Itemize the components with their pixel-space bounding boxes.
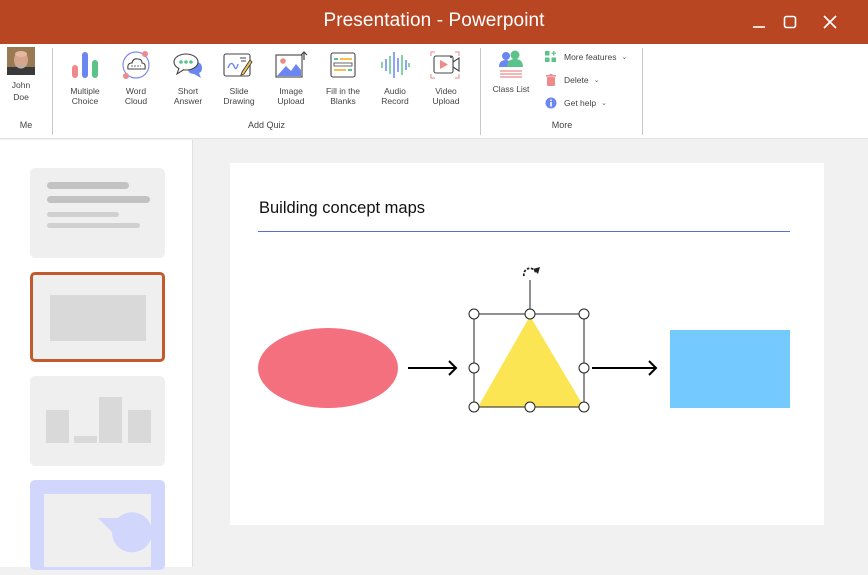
user-first-name: John — [11, 80, 31, 90]
more-features-label: More features — [564, 52, 617, 62]
chevron-down-icon: ⌄ — [593, 77, 600, 84]
more-features-button[interactable]: More features ⌄ — [545, 51, 627, 63]
user-name: John Doe — [0, 79, 42, 103]
button-label: Slide — [229, 86, 249, 96]
image-upload-icon — [275, 51, 308, 78]
arrow-connector[interactable] — [408, 360, 458, 376]
resize-handle-bottom-right[interactable] — [578, 401, 590, 413]
slide-thumbnails-panel — [0, 140, 193, 570]
word-cloud-button[interactable]: Word Cloud — [111, 48, 161, 106]
slide-thumbnail-3[interactable] — [30, 376, 165, 466]
image-upload-button[interactable]: Image Upload — [266, 48, 316, 106]
trash-icon — [546, 74, 556, 86]
triangle-shape[interactable] — [478, 316, 584, 407]
group-label-me: Me — [19, 120, 33, 130]
button-label: Blanks — [330, 96, 356, 106]
button-label: Answer — [173, 96, 203, 106]
title-bar: Presentation - Powerpoint — [0, 0, 868, 44]
word-cloud-icon — [122, 51, 150, 79]
delete-button[interactable]: Delete ⌄ — [545, 74, 599, 86]
bar-chart-slide-preview — [46, 397, 151, 443]
group-divider — [642, 48, 643, 135]
get-help-label: Get help — [564, 98, 597, 108]
short-answer-button[interactable]: Short Answer — [163, 48, 213, 106]
fill-blanks-icon — [330, 52, 356, 78]
user-photo-icon — [7, 47, 35, 75]
minimize-button[interactable] — [744, 8, 774, 36]
group-label-add-quiz: Add Quiz — [247, 120, 286, 130]
button-label: Multiple — [70, 86, 100, 96]
resize-handle-bottom-left[interactable] — [468, 401, 480, 413]
button-label: Cloud — [124, 96, 148, 106]
video-camera-icon — [430, 51, 460, 79]
bar-chart-icon — [72, 52, 98, 78]
button-label: Audio — [384, 86, 406, 96]
maximize-button[interactable] — [775, 8, 805, 36]
button-label: Video — [435, 86, 457, 96]
resize-handle-top-left[interactable] — [468, 308, 480, 320]
arrow-connector[interactable] — [592, 360, 658, 376]
button-label: Word — [125, 86, 147, 96]
get-help-button[interactable]: Get help ⌄ — [545, 97, 607, 109]
close-icon — [823, 15, 837, 29]
slide: Building concept maps — [230, 163, 824, 525]
audio-wave-icon — [381, 52, 410, 78]
rotate-handle[interactable] — [522, 267, 540, 277]
resize-handle-top[interactable] — [524, 308, 536, 320]
group-label-more: More — [551, 120, 573, 130]
text-slide-preview — [47, 182, 150, 228]
button-label: Drawing — [223, 96, 255, 106]
info-icon — [545, 97, 557, 109]
class-list-label: Class List — [492, 84, 530, 94]
resize-handle-right[interactable] — [578, 362, 590, 374]
minimize-icon — [753, 26, 765, 28]
audio-record-button[interactable]: Audio Record — [370, 48, 420, 106]
image-slide-preview — [50, 295, 146, 341]
chat-bubble-icon — [173, 53, 202, 78]
maximize-icon — [783, 15, 797, 29]
chevron-down-icon: ⌄ — [601, 100, 608, 107]
button-label: Choice — [71, 96, 99, 106]
slide-thumbnail-2-selected[interactable] — [30, 272, 165, 362]
multiple-choice-button[interactable]: Multiple Choice — [60, 48, 110, 106]
slide-drawing-button[interactable]: Slide Drawing — [214, 48, 264, 106]
class-list-icon — [499, 50, 523, 78]
drawing-pen-icon — [223, 53, 253, 77]
pie-chart-slide-preview — [44, 494, 152, 567]
window-title: Presentation - Powerpoint — [323, 10, 545, 31]
slide-thumbnail-4[interactable] — [30, 480, 165, 570]
chevron-down-icon: ⌄ — [621, 54, 628, 61]
slide-thumbnail-1[interactable] — [30, 168, 165, 258]
concept-map — [258, 267, 790, 413]
close-button[interactable] — [815, 8, 845, 36]
video-upload-button[interactable]: Video Upload — [421, 48, 471, 106]
resize-handle-top-right[interactable] — [578, 308, 590, 320]
button-label: Image — [279, 86, 303, 96]
fill-in-blanks-button[interactable]: Fill in the Blanks — [318, 48, 368, 106]
ribbon: John Doe Me Multiple Choice Word Cloud Sho… — [0, 44, 868, 139]
button-label: Fill in the — [325, 86, 360, 96]
button-label: Upload — [432, 96, 460, 106]
avatar[interactable] — [7, 47, 35, 75]
button-label: Record — [381, 96, 409, 106]
resize-handle-bottom[interactable] — [524, 401, 536, 413]
delete-label: Delete — [564, 75, 589, 85]
user-last-name: Doe — [13, 92, 29, 102]
class-list-button[interactable]: Class List — [486, 48, 536, 94]
ellipse-shape[interactable] — [258, 328, 398, 408]
button-label: Upload — [277, 96, 305, 106]
apps-plus-icon — [545, 51, 556, 62]
button-label: Short — [177, 86, 199, 96]
rectangle-shape[interactable] — [670, 330, 790, 408]
resize-handle-left[interactable] — [468, 362, 480, 374]
